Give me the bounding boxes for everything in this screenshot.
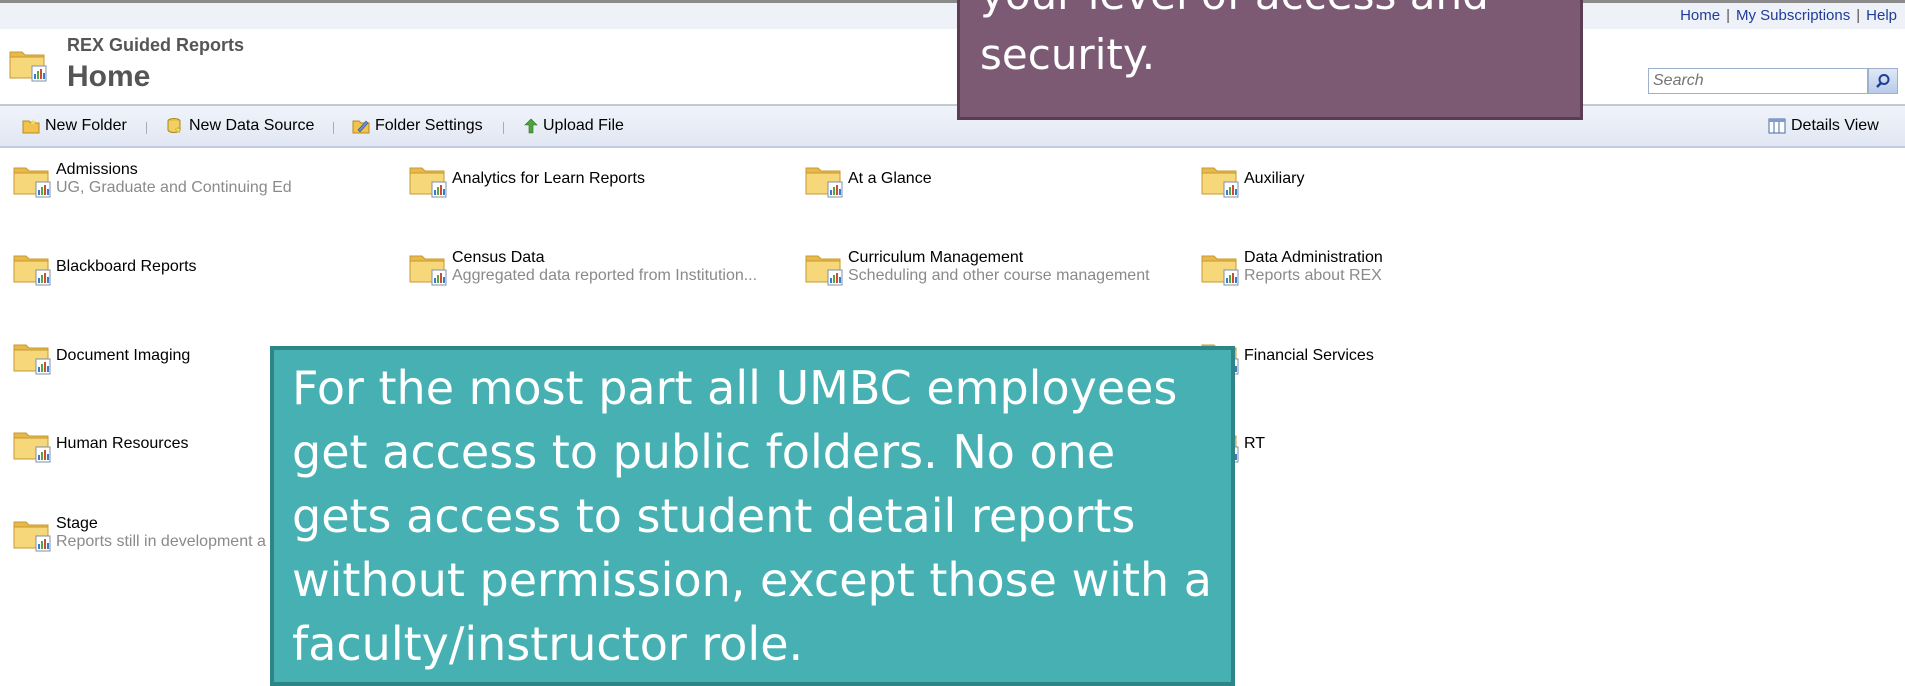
folder-icon — [12, 514, 52, 554]
home-link[interactable]: Home — [1680, 7, 1720, 24]
folder-name: Human Resources — [56, 435, 189, 452]
new-data-source-button[interactable]: New Data Source — [166, 117, 314, 135]
folder-icon — [12, 248, 52, 288]
link-separator: | — [1726, 7, 1731, 24]
new-data-source-label: New Data Source — [189, 117, 315, 134]
callout-text: your level of access and security. — [980, 0, 1489, 79]
folder-name: Stage — [56, 515, 98, 532]
my-subscriptions-link[interactable]: My Subscriptions — [1736, 7, 1850, 24]
new-folder-button[interactable]: New Folder — [22, 117, 127, 135]
upload-file-button[interactable]: Upload File — [524, 117, 624, 135]
help-link[interactable]: Help — [1866, 7, 1897, 24]
folder-item-stage[interactable]: Stage Reports still in development a — [12, 514, 266, 554]
folder-name: Auxiliary — [1244, 170, 1305, 187]
top-links: Home | My Subscriptions | Help — [1680, 7, 1897, 24]
folder-name: Curriculum Management — [848, 249, 1024, 266]
folder-settings-button[interactable]: Folder Settings — [352, 117, 483, 135]
details-view-button[interactable]: Details View — [1768, 117, 1879, 135]
folder-name: Blackboard Reports — [56, 258, 197, 275]
folder-item-document-imaging[interactable]: Document Imaging — [12, 337, 190, 377]
folder-settings-icon — [352, 120, 370, 134]
callout-text: For the most part all UMBC employees get… — [292, 361, 1212, 671]
folder-name: Analytics for Learn Reports — [452, 170, 645, 187]
details-view-label: Details View — [1791, 117, 1879, 134]
folder-description: Reports about REX — [1244, 267, 1382, 284]
folder-icon — [12, 337, 52, 377]
folder-name: Data Administration — [1244, 249, 1383, 266]
search-input[interactable] — [1649, 69, 1875, 93]
search-box — [1648, 68, 1875, 94]
new-folder-label: New Folder — [45, 117, 127, 134]
folder-item-analytics-for-learn-reports[interactable]: Analytics for Learn Reports — [408, 160, 645, 200]
folder-icon — [12, 160, 52, 200]
search-icon — [1876, 74, 1890, 88]
access-callout-purple: your level of access and security. — [957, 0, 1583, 120]
folder-name: Census Data — [452, 249, 545, 266]
folder-item-admissions[interactable]: Admissions UG, Graduate and Continuing E… — [12, 160, 292, 200]
folder-name: Admissions — [56, 161, 138, 178]
folder-icon — [804, 248, 844, 288]
folder-item-blackboard-reports[interactable]: Blackboard Reports — [12, 248, 197, 288]
folder-item-curriculum-management[interactable]: Curriculum Management Scheduling and oth… — [804, 248, 1150, 288]
folder-icon — [12, 425, 52, 465]
folder-name: RT — [1244, 435, 1266, 452]
top-link-bar — [0, 3, 1905, 29]
folder-icon — [1200, 248, 1240, 288]
new-folder-icon — [22, 119, 40, 134]
folder-description: UG, Graduate and Continuing Ed — [56, 179, 292, 196]
upload-arrow-icon — [524, 118, 538, 134]
folder-description: Scheduling and other course management — [848, 267, 1150, 284]
page-title: Home — [67, 60, 151, 93]
new-data-source-icon — [167, 118, 182, 133]
link-separator: | — [1856, 7, 1861, 24]
folder-icon — [408, 248, 448, 288]
access-callout-teal: For the most part all UMBC employees get… — [270, 346, 1235, 686]
folder-name: At a Glance — [848, 170, 932, 187]
folder-item-at-a-glance[interactable]: At a Glance — [804, 160, 932, 200]
upload-file-label: Upload File — [543, 117, 624, 134]
folder-icon — [1200, 160, 1240, 200]
toolbar-separator — [146, 122, 147, 134]
folder-name: Financial Services — [1244, 347, 1374, 364]
site-name: REX Guided Reports — [67, 35, 245, 55]
folder-item-census-data[interactable]: Census Data Aggregated data reported fro… — [408, 248, 757, 288]
folder-description: Reports still in development a — [56, 533, 266, 550]
folder-description: Aggregated data reported from Institutio… — [452, 267, 758, 284]
folder-item-data-administration[interactable]: Data Administration Reports about REX — [1200, 248, 1383, 288]
search-button[interactable] — [1868, 68, 1898, 94]
folder-icon — [408, 160, 448, 200]
details-view-icon — [1768, 118, 1786, 134]
folder-settings-label: Folder Settings — [375, 117, 483, 134]
folder-name: Document Imaging — [56, 347, 191, 364]
folder-icon — [8, 44, 48, 84]
folder-item-auxiliary[interactable]: Auxiliary — [1200, 160, 1304, 200]
folder-item-human-resources[interactable]: Human Resources — [12, 425, 189, 465]
toolbar-separator — [503, 122, 504, 134]
toolbar: New Folder New Data Source Folder Settin… — [0, 106, 1905, 148]
toolbar-separator — [333, 122, 334, 134]
folder-icon — [804, 160, 844, 200]
